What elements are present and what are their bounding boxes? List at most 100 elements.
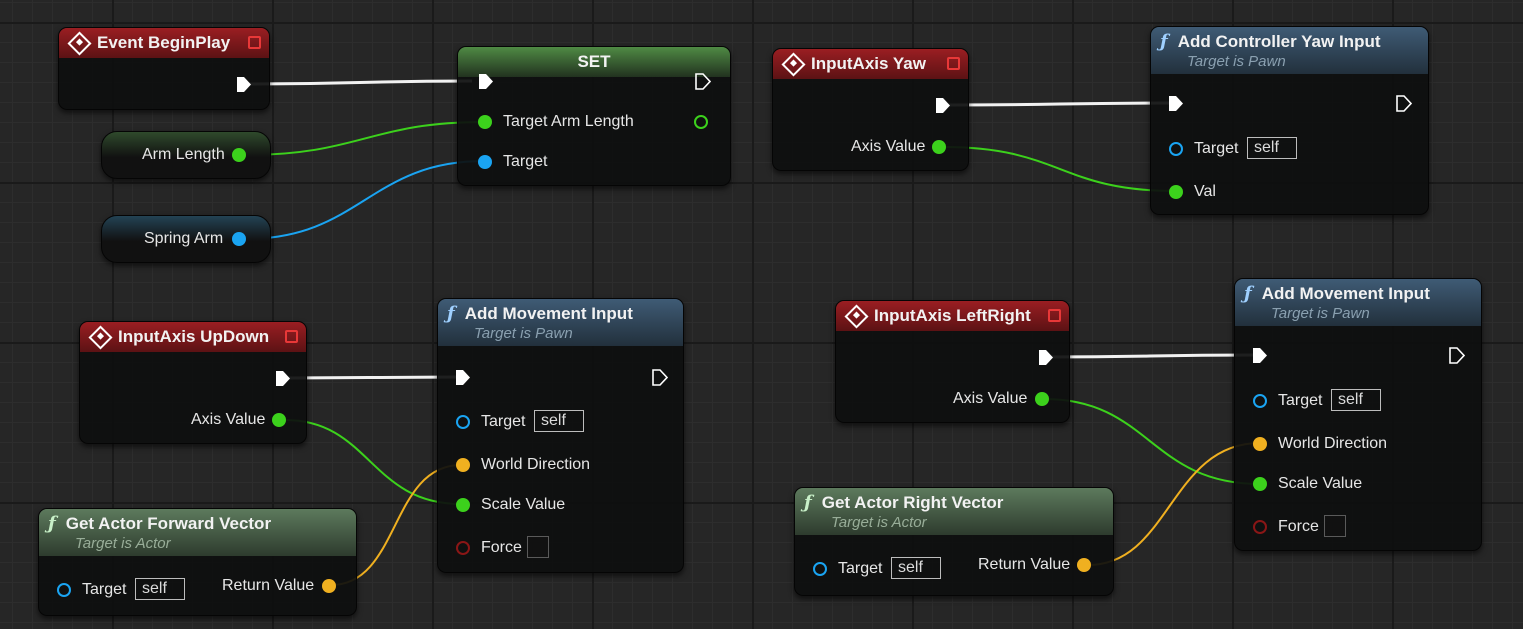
pin-label: Force — [1278, 518, 1319, 535]
float-pin[interactable] — [272, 413, 286, 427]
node-title: InputAxis Yaw — [811, 54, 926, 73]
get-actor-right-vector-node[interactable]: ƒ Get Actor Right Vector Target is Actor… — [794, 487, 1114, 596]
exec-wire — [247, 79, 473, 86]
float-pin[interactable] — [1035, 392, 1049, 406]
pin-label: Target — [838, 560, 883, 577]
variable-label: Arm Length — [142, 146, 225, 163]
object-wire — [244, 160, 485, 240]
vector-pin[interactable] — [1253, 437, 1267, 451]
exec-out-pin[interactable] — [694, 73, 711, 90]
exec-out-pin[interactable] — [274, 370, 291, 387]
exec-in-pin[interactable] — [477, 73, 494, 90]
exec-in-pin[interactable] — [454, 369, 471, 386]
vector-pin[interactable] — [456, 458, 470, 472]
target-self-field[interactable]: self — [891, 557, 941, 579]
node-header: ƒ Add Controller Yaw Input Target is Paw… — [1151, 27, 1428, 74]
float-pin[interactable] — [1169, 185, 1183, 199]
event-delegate-icon — [1048, 309, 1061, 322]
pin-label: Scale Value — [481, 496, 566, 513]
target-self-field[interactable]: self — [1331, 389, 1381, 411]
object-pin[interactable] — [478, 155, 492, 169]
arm-length-variable-node[interactable]: Arm Length — [101, 131, 271, 179]
function-f-icon: ƒ — [48, 513, 56, 534]
float-pin[interactable] — [1253, 477, 1267, 491]
vector-out-pin[interactable] — [322, 579, 336, 593]
target-self-field[interactable]: self — [1247, 137, 1297, 159]
node-subtitle: Target is Pawn — [1187, 53, 1286, 70]
float-out-pin[interactable] — [694, 115, 708, 129]
pin-label: Target — [1194, 140, 1239, 157]
node-header: ƒ Get Actor Forward Vector Target is Act… — [39, 509, 356, 556]
node-header: Event BeginPlay — [59, 28, 269, 58]
target-pin[interactable] — [57, 583, 71, 597]
exec-in-pin[interactable] — [1167, 95, 1184, 112]
float-wire — [244, 121, 485, 156]
exec-in-pin[interactable] — [1251, 347, 1268, 364]
add-controller-yaw-input-node[interactable]: ƒ Add Controller Yaw Input Target is Paw… — [1150, 26, 1429, 215]
exec-out-pin[interactable] — [235, 76, 252, 93]
variable-label: Spring Arm — [144, 230, 224, 247]
target-pin[interactable] — [1253, 394, 1267, 408]
event-diamond-icon — [88, 324, 113, 350]
set-node[interactable]: SET Target Arm Length Target — [457, 46, 731, 186]
get-actor-forward-vector-node[interactable]: ƒ Get Actor Forward Vector Target is Act… — [38, 508, 357, 616]
inputaxis-leftright-node[interactable]: InputAxis LeftRight Axis Value — [835, 300, 1070, 423]
node-title: InputAxis LeftRight — [874, 306, 1031, 325]
event-delegate-icon — [285, 330, 298, 343]
function-f-icon: ƒ — [447, 303, 455, 324]
pin-label: Target — [481, 413, 526, 430]
inputaxis-updown-node[interactable]: InputAxis UpDown Axis Value — [79, 321, 307, 444]
exec-out-pin[interactable] — [651, 369, 668, 386]
node-title: Add Movement Input — [1261, 283, 1430, 303]
target-self-field[interactable]: self — [534, 410, 584, 432]
pin-label: Target Arm Length — [503, 113, 634, 130]
target-pin[interactable] — [1169, 142, 1183, 156]
float-pin[interactable] — [232, 148, 246, 162]
float-pin[interactable] — [456, 498, 470, 512]
node-subtitle: Target is Pawn — [1271, 305, 1370, 322]
spring-arm-variable-node[interactable]: Spring Arm — [101, 215, 271, 263]
pin-label: World Direction — [481, 456, 591, 473]
bool-pin[interactable] — [1253, 520, 1267, 534]
node-header: ƒ Add Movement Input Target is Pawn — [1235, 279, 1481, 326]
exec-wire — [1047, 353, 1257, 359]
pin-label: Return Value — [222, 577, 315, 594]
exec-out-pin[interactable] — [1395, 95, 1412, 112]
float-pin[interactable] — [932, 140, 946, 154]
pin-label: Target — [1278, 392, 1323, 409]
node-title: SET — [577, 52, 611, 71]
exec-wire — [287, 375, 459, 380]
pin-label: Axis Value — [851, 138, 926, 155]
vector-out-pin[interactable] — [1077, 558, 1091, 572]
exec-out-pin[interactable] — [934, 97, 951, 114]
node-header: ƒ Add Movement Input Target is Pawn — [438, 299, 683, 346]
event-diamond-icon — [781, 51, 806, 77]
function-f-icon: ƒ — [1244, 283, 1252, 304]
add-movement-input-node-1[interactable]: ƒ Add Movement Input Target is Pawn Targ… — [437, 298, 684, 573]
float-pin[interactable] — [478, 115, 492, 129]
exec-wire — [946, 101, 1173, 107]
target-self-field[interactable]: self — [135, 578, 185, 600]
bool-pin[interactable] — [456, 541, 470, 555]
pin-label: Axis Value — [953, 390, 1028, 407]
event-delegate-icon — [947, 57, 960, 70]
target-pin[interactable] — [456, 415, 470, 429]
function-f-icon: ƒ — [1160, 31, 1168, 52]
node-title: Event BeginPlay — [97, 33, 231, 52]
target-pin[interactable] — [813, 562, 827, 576]
event-beginplay-node[interactable]: Event BeginPlay — [58, 27, 270, 110]
force-checkbox[interactable] — [1324, 515, 1346, 537]
exec-out-pin[interactable] — [1037, 349, 1054, 366]
inputaxis-yaw-node[interactable]: InputAxis Yaw Axis Value — [772, 48, 969, 171]
object-pin[interactable] — [232, 232, 246, 246]
float-wire — [943, 146, 1176, 192]
pin-label: Target — [82, 581, 127, 598]
add-movement-input-node-2[interactable]: ƒ Add Movement Input Target is Pawn Targ… — [1234, 278, 1482, 551]
pin-label: Scale Value — [1278, 475, 1363, 492]
node-title: Add Movement Input — [464, 303, 633, 323]
node-header: InputAxis LeftRight — [836, 301, 1069, 331]
node-title: Get Actor Right Vector — [821, 492, 1004, 512]
node-header: InputAxis Yaw — [773, 49, 968, 79]
exec-out-pin[interactable] — [1448, 347, 1465, 364]
force-checkbox[interactable] — [527, 536, 549, 558]
